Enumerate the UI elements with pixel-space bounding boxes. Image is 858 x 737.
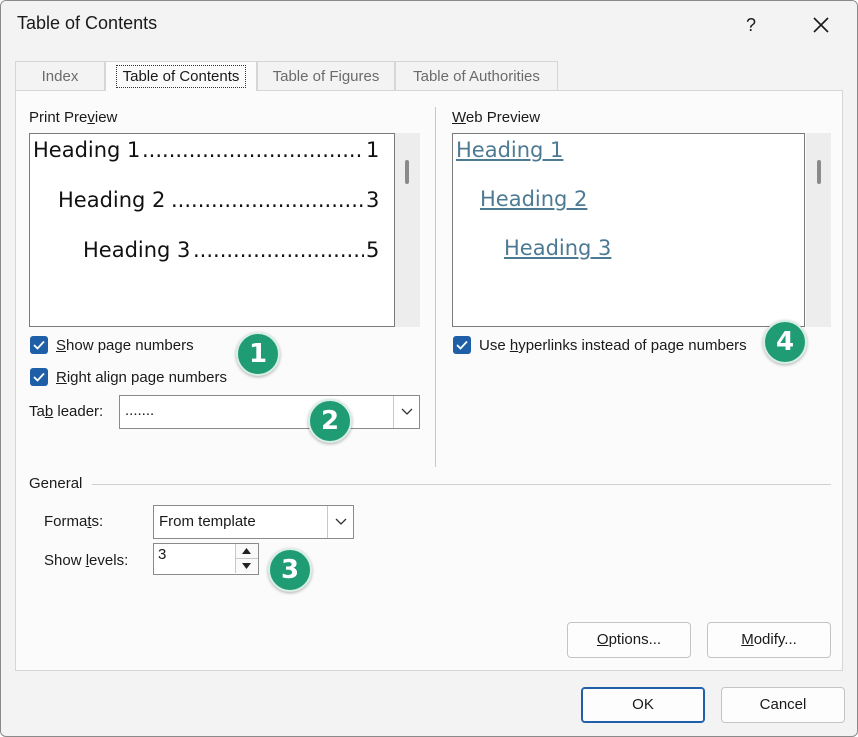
- web-preview-label: Web Preview: [452, 109, 541, 126]
- tab-label: Table of Figures: [272, 68, 380, 85]
- help-button[interactable]: ?: [731, 7, 771, 43]
- preview-leader-1: ........................................…: [142, 138, 364, 162]
- tab-label: Index: [41, 68, 79, 85]
- web-link-heading-3[interactable]: Heading 3: [504, 236, 611, 260]
- checkmark-icon: [33, 372, 45, 382]
- callout-badge-2: 2: [308, 399, 352, 443]
- modify-button[interactable]: Modify...: [707, 622, 831, 658]
- preview-page-2: 3: [366, 188, 380, 212]
- triangle-up-icon: [242, 548, 251, 554]
- chevron-down-icon: [335, 518, 347, 525]
- spin-down-button[interactable]: [235, 559, 258, 573]
- checkmark-icon: [33, 340, 45, 350]
- tab-panel: Print Preview Heading 1 ................…: [15, 90, 843, 671]
- show-levels-spinner[interactable]: 3: [153, 543, 259, 575]
- use-hyperlinks-label[interactable]: Use hyperlinks instead of page numbers: [479, 337, 747, 354]
- preview-heading-1: Heading 1: [33, 138, 141, 162]
- print-preview-box[interactable]: Heading 1 ..............................…: [29, 133, 395, 327]
- callout-badge-3: 3: [268, 548, 312, 592]
- formats-value: From template: [159, 513, 256, 530]
- tab-table-of-figures[interactable]: Table of Figures: [257, 61, 395, 91]
- web-link-heading-1[interactable]: Heading 1: [456, 138, 563, 162]
- tab-leader-select[interactable]: .......: [119, 395, 420, 429]
- options-button[interactable]: Options...: [567, 622, 691, 658]
- cancel-button[interactable]: Cancel: [721, 687, 845, 723]
- right-align-label[interactable]: Right align page numbers: [56, 369, 227, 386]
- tab-leader-label: Tab leader:: [29, 403, 104, 420]
- general-divider: [92, 484, 831, 485]
- show-levels-label: Show levels:: [44, 552, 129, 569]
- close-button[interactable]: [801, 7, 841, 43]
- tab-label: Table of Authorities: [413, 68, 540, 85]
- preview-leader-2: ........................................…: [171, 188, 364, 212]
- preview-page-1: 1: [366, 138, 380, 162]
- toc-dialog: Table of Contents ? Index Table of Conte…: [0, 0, 858, 737]
- checkmark-icon: [456, 340, 468, 350]
- scroll-thumb[interactable]: [817, 160, 821, 184]
- use-hyperlinks-checkbox[interactable]: [453, 336, 471, 354]
- spin-up-button[interactable]: [235, 544, 258, 559]
- preview-heading-2: Heading 2: [58, 188, 166, 212]
- web-preview-scrollbar[interactable]: [806, 133, 831, 327]
- print-preview-label: Print Preview: [29, 109, 118, 126]
- title-bar: Table of Contents ?: [1, 1, 857, 49]
- chevron-down-icon: [401, 408, 413, 415]
- web-link-heading-2[interactable]: Heading 2: [480, 187, 587, 211]
- callout-badge-4: 4: [763, 320, 807, 364]
- tab-leader-value: .......: [125, 402, 155, 419]
- preview-heading-3: Heading 3: [83, 238, 191, 262]
- tab-table-of-contents[interactable]: Table of Contents: [105, 61, 257, 91]
- tab-table-of-authorities[interactable]: Table of Authorities: [395, 61, 558, 91]
- section-divider: [435, 107, 436, 467]
- formats-select[interactable]: From template: [153, 505, 354, 539]
- print-preview-scrollbar[interactable]: [395, 133, 420, 327]
- callout-badge-1: 1: [236, 332, 280, 376]
- tab-label: Table of Contents: [115, 65, 247, 88]
- web-preview-box[interactable]: Heading 1 Heading 2 Heading 3: [452, 133, 805, 327]
- show-page-numbers-label[interactable]: Show page numbers: [56, 337, 194, 354]
- ok-button[interactable]: OK: [581, 687, 705, 723]
- right-align-checkbox[interactable]: [30, 368, 48, 386]
- dialog-title: Table of Contents: [17, 13, 158, 33]
- tab-leader-dropdown[interactable]: [393, 396, 419, 428]
- preview-leader-3: ........................................…: [193, 238, 364, 262]
- close-icon: [813, 17, 829, 33]
- scroll-thumb[interactable]: [405, 160, 409, 184]
- triangle-down-icon: [242, 563, 251, 569]
- general-heading: General: [29, 475, 83, 492]
- preview-page-3: 5: [366, 238, 380, 262]
- tab-index[interactable]: Index: [15, 61, 105, 91]
- formats-dropdown[interactable]: [327, 506, 353, 538]
- show-levels-value: 3: [158, 546, 167, 563]
- show-page-numbers-checkbox[interactable]: [30, 336, 48, 354]
- formats-label: Formats:: [44, 513, 104, 530]
